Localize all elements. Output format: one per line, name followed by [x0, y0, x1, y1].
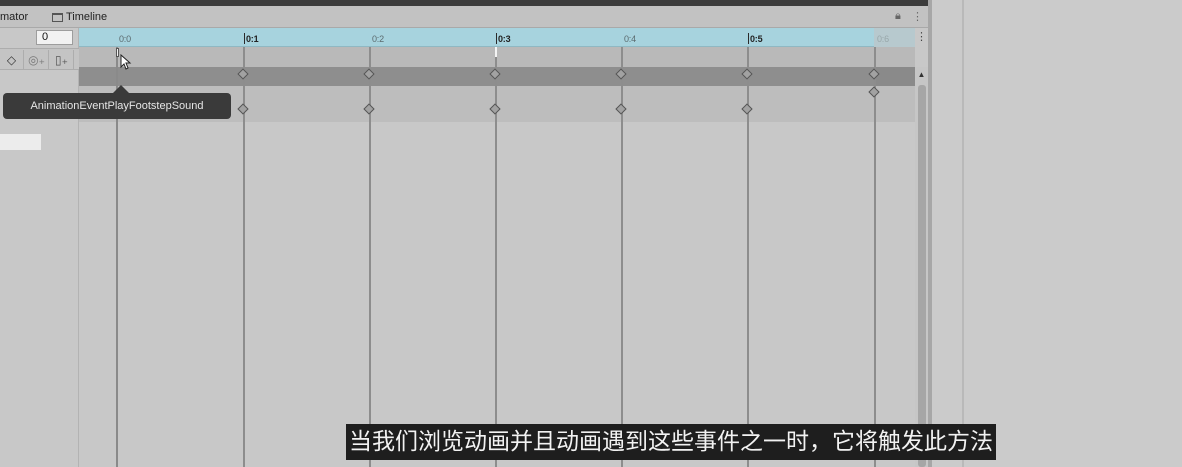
lock-icon[interactable]: 🔒︎: [895, 10, 901, 23]
ruler-tick-label: 0:3: [498, 34, 511, 44]
event-marker-line: [495, 47, 497, 57]
ruler-menu-icon[interactable]: ⋮: [915, 28, 928, 47]
animation-event-marker[interactable]: [116, 48, 119, 57]
editor-tab-bar: mator Timeline 🔒︎ ⋮: [0, 6, 928, 28]
ruler-tick-label: 0:2: [372, 34, 384, 44]
add-property-button[interactable]: ◎₊: [25, 50, 49, 69]
event-track[interactable]: [79, 47, 915, 67]
animation-toolbar: ◇ ◎₊ ▯₊: [0, 48, 79, 70]
add-keyframe-button[interactable]: ◇: [0, 50, 24, 69]
tab-timeline[interactable]: Timeline: [52, 11, 107, 23]
grid-line: [874, 47, 876, 467]
scrollbar-thumb[interactable]: [918, 85, 926, 467]
add-event-icon: ▯₊: [55, 52, 68, 67]
frame-input[interactable]: 0: [36, 30, 73, 45]
ruler-tick-label: 0:0: [119, 34, 131, 44]
property-row-selected[interactable]: [0, 134, 41, 150]
add-keyframe-icon: ◇: [6, 52, 17, 67]
time-ruler[interactable]: [79, 28, 915, 47]
ruler-tick-label: 0:4: [624, 34, 636, 44]
ruler-tick: [244, 33, 245, 44]
panel-divider-secondary: [962, 0, 964, 467]
add-property-icon: ◎₊: [28, 52, 45, 67]
timeline-icon: [52, 12, 63, 22]
scroll-up-icon[interactable]: ▲: [915, 70, 928, 82]
ruler-tick-label: 0:6: [877, 34, 889, 44]
tab-animator[interactable]: mator: [0, 11, 28, 23]
summary-track-end: [874, 67, 915, 86]
inspector-panel: [932, 0, 1182, 467]
ruler-tick: [496, 33, 497, 44]
add-event-button[interactable]: ▯₊: [50, 50, 74, 69]
ruler-tick: [748, 33, 749, 44]
tab-timeline-label: Timeline: [66, 11, 108, 23]
ruler-tick-label: 0:5: [750, 34, 763, 44]
menu-dots-icon[interactable]: ⋮: [912, 10, 923, 23]
dopesheet-area[interactable]: [79, 122, 915, 467]
event-tooltip: AnimationEventPlayFootstepSound: [3, 93, 231, 119]
video-subtitle: 当我们浏览动画并且动画遇到这些事件之一时，它将触发此方法: [346, 424, 996, 460]
ruler-tick-label: 0:1: [246, 34, 259, 44]
